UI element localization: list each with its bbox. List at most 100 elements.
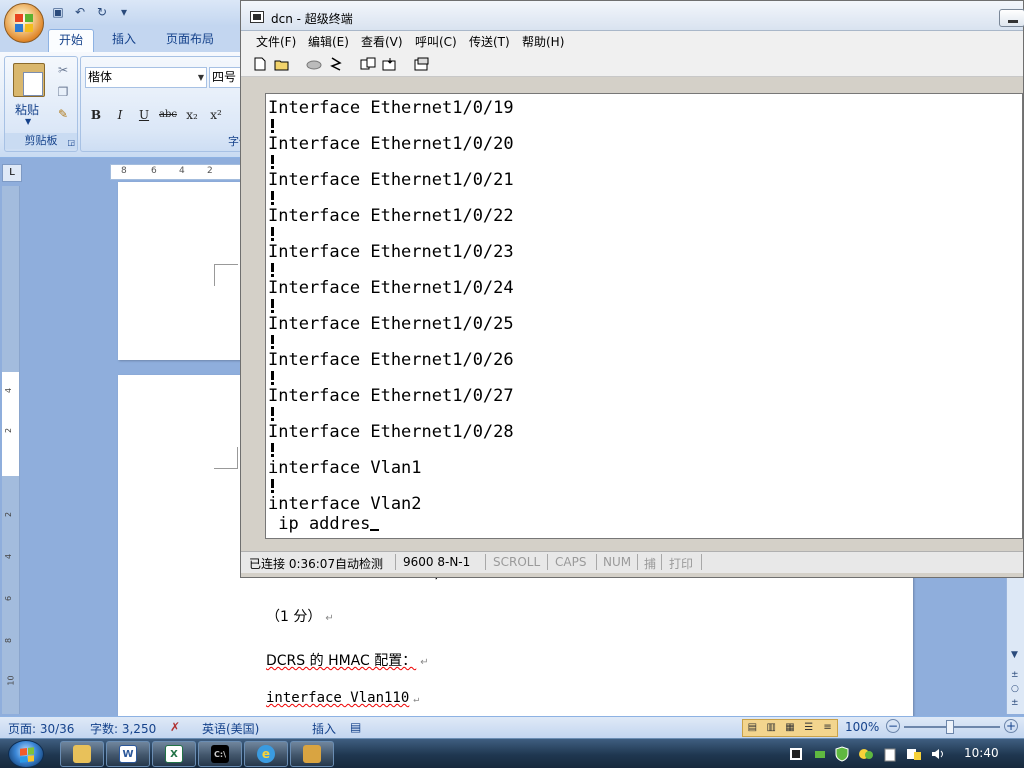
- office-button[interactable]: [4, 3, 44, 43]
- copy-icon[interactable]: ❐: [55, 85, 71, 101]
- full-screen-reading-icon[interactable]: ▥: [762, 720, 781, 736]
- terminal-input-line[interactable]: ip addres: [268, 514, 380, 534]
- language[interactable]: 英语(美国): [202, 720, 259, 737]
- menu-view[interactable]: 查看(V): [361, 33, 403, 50]
- menu-call[interactable]: 呼叫(C): [415, 33, 457, 50]
- open-icon[interactable]: [273, 55, 291, 73]
- prev-page-icon[interactable]: ±: [1011, 670, 1019, 680]
- new-icon[interactable]: [251, 55, 269, 73]
- superscript-button[interactable]: x²: [205, 105, 227, 125]
- zoom-slider-thumb[interactable]: [946, 720, 954, 734]
- start-button[interactable]: [8, 740, 44, 768]
- ruler-tick: 8: [4, 637, 14, 644]
- underline-button[interactable]: U: [133, 105, 155, 125]
- menu-edit[interactable]: 编辑(E): [308, 33, 349, 50]
- receive-icon[interactable]: [381, 55, 399, 73]
- terminal-separator: [271, 443, 274, 457]
- outline-icon[interactable]: ☰: [799, 720, 818, 736]
- terminal-line: interface Vlan1: [268, 458, 422, 478]
- crop-mark: [214, 264, 238, 286]
- status-divider: [596, 554, 597, 570]
- scroll-down-icon[interactable]: ▼: [1011, 650, 1018, 660]
- ime-icon[interactable]: [906, 746, 922, 762]
- taskbar-cmd[interactable]: C:\: [198, 741, 242, 767]
- menu-transfer[interactable]: 传送(T): [469, 33, 510, 50]
- cut-icon[interactable]: ✂: [55, 63, 71, 79]
- insert-mode[interactable]: 插入: [312, 720, 336, 737]
- paste-dropdown-icon[interactable]: ▼: [25, 117, 31, 126]
- hyperterminal-icon: [303, 745, 321, 763]
- tab-page-layout[interactable]: 页面布局: [156, 29, 224, 52]
- horizontal-ruler[interactable]: 8 6 4 2: [110, 164, 250, 180]
- shield-icon[interactable]: [834, 746, 850, 762]
- customize-icon[interactable]: ▾: [116, 4, 132, 20]
- terminal-line: Interface Ethernet1/0/23: [268, 242, 514, 262]
- proofing-icon[interactable]: ✗: [170, 720, 180, 734]
- subscript-button[interactable]: x₂: [181, 105, 203, 125]
- terminal-screen[interactable]: Interface Ethernet1/0/19 Interface Ethern…: [265, 93, 1023, 539]
- font-group: 楷体 ▼ 四号 B I U abc x₂ x² 字体: [80, 56, 250, 152]
- send-icon[interactable]: [359, 55, 377, 73]
- format-buttons: B I U abc x₂ x²: [85, 105, 227, 125]
- word-vertical-scrollbar[interactable]: ▼ ± ○ ±: [1006, 578, 1024, 714]
- web-layout-icon[interactable]: ▦: [781, 720, 800, 736]
- menu-help[interactable]: 帮助(H): [522, 33, 564, 50]
- status-divider: [661, 554, 662, 570]
- call-icon[interactable]: [327, 55, 345, 73]
- browse-object-icon[interactable]: ○: [1011, 684, 1019, 694]
- taskbar-hyperterminal[interactable]: [290, 741, 334, 767]
- paste-icon[interactable]: [13, 63, 45, 97]
- taskbar-explorer[interactable]: [60, 741, 104, 767]
- capture-indicator: 捕: [644, 557, 657, 571]
- italic-button[interactable]: I: [109, 105, 131, 125]
- menu-file[interactable]: 文件(F): [256, 33, 296, 50]
- vertical-ruler[interactable]: 4 2 2 4 6 8 10: [2, 186, 20, 714]
- terminal-window[interactable]: dcn - 超级终端 文件(F) 编辑(E) 查看(V) 呼叫(C) 传送(T)…: [240, 0, 1024, 578]
- dialog-launcher-icon[interactable]: ◲: [67, 138, 75, 147]
- taskbar-excel[interactable]: X: [152, 741, 196, 767]
- redo-icon[interactable]: ↻: [94, 4, 110, 20]
- macro-icon[interactable]: ▤: [350, 720, 361, 734]
- zoom-out-icon[interactable]: −: [886, 719, 900, 733]
- paste-button[interactable]: 粘贴: [15, 101, 39, 118]
- properties-icon[interactable]: [413, 55, 431, 73]
- minimize-button[interactable]: [999, 9, 1024, 27]
- ruler-tick: 10: [6, 675, 16, 686]
- save-icon[interactable]: ▣: [50, 4, 66, 20]
- tab-insert[interactable]: 插入: [102, 29, 146, 52]
- ruler-tick: 4: [179, 166, 185, 176]
- terminal-titlebar[interactable]: dcn - 超级终端: [241, 1, 1024, 31]
- network-status-icon[interactable]: [812, 746, 828, 762]
- strikethrough-button[interactable]: abc: [157, 105, 179, 125]
- paragraph-mark-icon: ↵: [413, 694, 420, 705]
- draft-icon[interactable]: ≡: [818, 720, 837, 736]
- terminal-input-text: ip addres: [268, 514, 371, 534]
- font-name-select[interactable]: 楷体 ▼: [85, 67, 207, 88]
- disconnect-icon[interactable]: [305, 55, 323, 73]
- page-count[interactable]: 页面: 30/36: [8, 720, 74, 737]
- undo-icon[interactable]: ↶: [72, 4, 88, 20]
- zoom-in-icon[interactable]: +: [1004, 719, 1018, 733]
- explorer-icon: [73, 745, 91, 763]
- tab-selector[interactable]: L: [2, 164, 22, 182]
- zoom-level[interactable]: 100%: [845, 720, 879, 734]
- taskbar-word[interactable]: W: [106, 741, 150, 767]
- format-painter-icon[interactable]: ✎: [55, 107, 71, 123]
- print-layout-icon[interactable]: ▤: [743, 720, 762, 736]
- clock[interactable]: 10:40: [964, 746, 999, 760]
- tab-home[interactable]: 开始: [48, 29, 95, 52]
- next-page-icon[interactable]: ±: [1011, 698, 1019, 708]
- terminal-separator: [271, 407, 274, 421]
- clipboard-tray-icon[interactable]: [882, 746, 898, 762]
- film-icon[interactable]: [788, 746, 804, 762]
- word-count[interactable]: 字数: 3,250: [90, 720, 156, 737]
- taskbar-ie[interactable]: e: [244, 741, 288, 767]
- terminal-app-icon[interactable]: [250, 11, 264, 23]
- terminal-line: Interface Ethernet1/0/27: [268, 386, 514, 406]
- volume-icon[interactable]: [930, 746, 946, 762]
- word-icon: W: [119, 745, 137, 763]
- bold-button[interactable]: B: [85, 105, 107, 125]
- document-page[interactable]: [118, 182, 248, 360]
- security-icon[interactable]: [858, 746, 874, 762]
- chevron-down-icon[interactable]: ▼: [198, 68, 204, 87]
